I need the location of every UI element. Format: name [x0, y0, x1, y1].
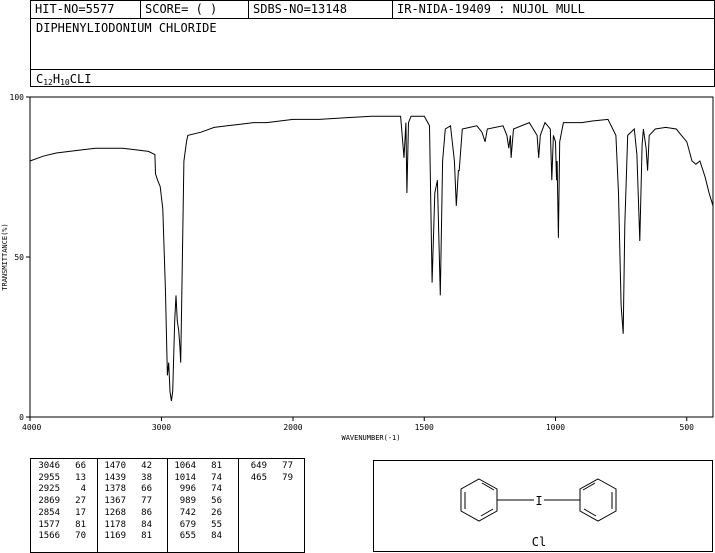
- left-ring-double-bond-2: [480, 508, 494, 517]
- peak-transmittance: 81: [141, 531, 152, 542]
- peak-wavenumber: 1577: [38, 519, 60, 530]
- peak-row: 1566 70: [30, 531, 100, 543]
- plot-frame: [29, 96, 714, 418]
- peak-column: 649 77 465 79: [237, 461, 307, 484]
- peak-transmittance: 66: [141, 484, 152, 495]
- peak-transmittance: 81: [211, 461, 222, 471]
- peak-transmittance: 74: [211, 472, 222, 483]
- peak-column: 1064 81 1014 74 996 74 989 56 742 26 679 55 655 84: [166, 461, 236, 543]
- peak-transmittance: 70: [75, 531, 86, 542]
- peak-wavenumber: 989: [179, 496, 196, 507]
- peak-row: 742 26: [166, 508, 236, 520]
- ir-spectrum-chart: TRANSMITTANCE(%) WAVENUMBER(-1) 4000 3000…: [1, 93, 714, 442]
- peak-row: 2925 4: [30, 484, 100, 496]
- x-tick-label: 1500: [415, 423, 434, 432]
- peak-column: 1470 42 1439 38 1378 66 1367 77 1268 86 1178 84 1169…: [96, 461, 166, 543]
- peak-row: 679 55: [166, 520, 236, 532]
- peak-transmittance: 56: [211, 496, 222, 507]
- peak-row: 996 74: [166, 484, 236, 496]
- peak-row: 1178 84: [96, 520, 166, 532]
- peak-transmittance: 81: [75, 519, 86, 530]
- peak-row: 1378 66: [96, 484, 166, 496]
- peak-row: 1577 81: [30, 520, 100, 532]
- peak-transmittance: 17: [75, 507, 86, 518]
- peak-wavenumber: 465: [250, 472, 267, 483]
- x-tick-label: 500: [680, 423, 695, 432]
- peak-wavenumber: 1169: [104, 531, 126, 542]
- peak-row: 1014 74: [166, 473, 236, 485]
- peak-row: 655 84: [166, 531, 236, 543]
- right-phenyl-ring: [579, 478, 617, 522]
- x-tick-label: 2000: [283, 423, 302, 432]
- peak-transmittance: 84: [141, 519, 152, 530]
- y-tick-label: 0: [19, 413, 24, 422]
- peak-wavenumber: 2925: [38, 484, 60, 495]
- peak-wavenumber: 2955: [38, 472, 60, 483]
- peak-transmittance: 27: [75, 496, 86, 507]
- peak-wavenumber: 3046: [38, 461, 60, 471]
- iodine-atom-label: I: [535, 494, 542, 508]
- x-tick-label: 1000: [546, 423, 565, 432]
- right-ring-double-bond-2: [583, 508, 597, 517]
- y-tick-label: 50: [14, 253, 24, 262]
- chloride-ion-label: Cl: [532, 535, 546, 549]
- peak-transmittance: 4: [80, 484, 86, 495]
- peak-transmittance: 42: [141, 461, 152, 471]
- x-tick-label: 3000: [152, 423, 171, 432]
- peak-row: 1439 38: [96, 473, 166, 485]
- peak-row: 1367 77: [96, 496, 166, 508]
- peak-wavenumber: 1439: [104, 472, 126, 483]
- peak-row: 1064 81: [166, 461, 236, 473]
- peak-transmittance: 77: [141, 496, 152, 507]
- structure-box: I Cl: [373, 460, 713, 552]
- peak-row: 2854 17: [30, 508, 100, 520]
- peak-transmittance: 55: [211, 519, 222, 530]
- peak-row: 1470 42: [96, 461, 166, 473]
- peak-wavenumber: 1014: [174, 472, 196, 483]
- peak-row: 1268 86: [96, 508, 166, 520]
- peak-wavenumber: 1178: [104, 519, 126, 530]
- peak-row: 2869 27: [30, 496, 100, 508]
- peak-row: 3046 66: [30, 461, 100, 473]
- peak-row: 1169 81: [96, 531, 166, 543]
- peak-wavenumber: 1064: [174, 461, 196, 471]
- peak-wavenumber: 1367: [104, 496, 126, 507]
- peak-transmittance: 77: [282, 461, 293, 471]
- x-axis-label: WAVENUMBER(-1): [341, 434, 400, 442]
- peak-wavenumber: 1470: [104, 461, 126, 471]
- peak-transmittance: 74: [211, 484, 222, 495]
- peak-transmittance: 26: [211, 507, 222, 518]
- structure-diagram: I Cl: [460, 478, 617, 549]
- peak-transmittance: 86: [141, 507, 152, 518]
- peak-transmittance: 66: [75, 461, 86, 471]
- peak-row: 989 56: [166, 496, 236, 508]
- peak-wavenumber: 2869: [38, 496, 60, 507]
- peak-row: 465 79: [237, 473, 307, 485]
- peak-wavenumber: 655: [179, 531, 196, 542]
- peak-wavenumber: 1566: [38, 531, 60, 542]
- peak-transmittance: 84: [211, 531, 222, 542]
- left-phenyl-ring: [460, 478, 498, 522]
- peak-wavenumber: 1378: [104, 484, 126, 495]
- peak-wavenumber: 649: [250, 461, 267, 471]
- y-axis-label: TRANSMITTANCE(%): [1, 223, 9, 290]
- spectrum-line: [29, 115, 714, 402]
- axis-ticks: 4000 3000 2000 1500 1000 500 0 50 100: [10, 93, 695, 432]
- peak-column: 3046 66 2955 13 2925 4 2869 27 2854 17 1577 81 1566 7…: [30, 461, 100, 543]
- peak-transmittance: 79: [282, 472, 293, 483]
- peak-transmittance: 13: [75, 472, 86, 483]
- peak-transmittance: 38: [141, 472, 152, 483]
- peak-wavenumber: 679: [179, 519, 196, 530]
- peak-wavenumber: 742: [179, 507, 196, 518]
- x-tick-label: 4000: [22, 423, 41, 432]
- peak-wavenumber: 996: [179, 484, 196, 495]
- peak-wavenumber: 1268: [104, 507, 126, 518]
- peak-row: 649 77: [237, 461, 307, 473]
- y-tick-label: 100: [10, 93, 25, 102]
- peak-wavenumber: 2854: [38, 507, 60, 518]
- peak-row: 2955 13: [30, 473, 100, 485]
